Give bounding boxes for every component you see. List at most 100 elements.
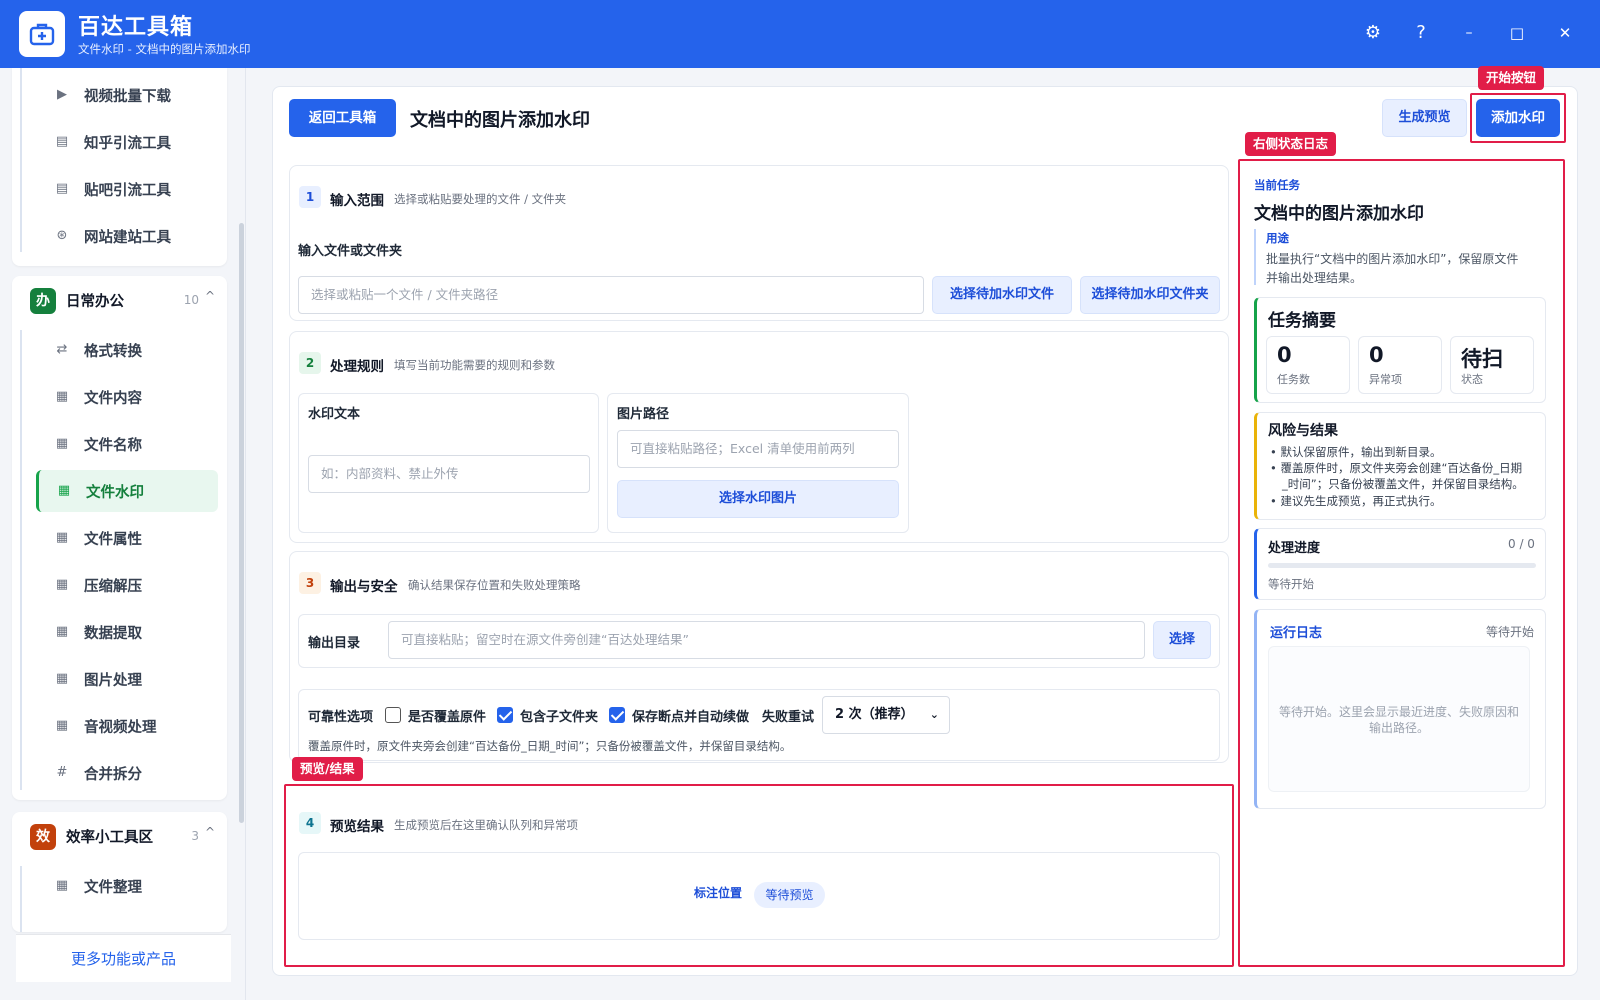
section-description: 填写当前功能需要的规则和参数	[394, 358, 555, 372]
retry-select-value: 2 次（推荐）	[835, 707, 914, 722]
help-icon[interactable]: ?	[1406, 18, 1436, 48]
group-count: 10	[183, 293, 199, 307]
select-folder-button[interactable]: 选择待加水印文件夹	[1080, 276, 1220, 314]
group-header-efficiency[interactable]: 效 效率小工具区 3 ^	[12, 812, 227, 860]
step-number: 1	[299, 186, 321, 208]
sidebar: ▶ 视频批量下载 ▤ 知乎引流工具 ▤ 贴吧引流工具 ⊛ 网站建站工具 办 日常…	[0, 68, 246, 1000]
group-title: 日常办公	[66, 294, 124, 310]
sidebar-item-label: 文件整理	[84, 880, 142, 896]
section-description: 确认结果保存位置和失败处理策略	[408, 578, 581, 592]
group-title: 效率小工具区	[66, 830, 153, 846]
sidebar-item-label: 文件名称	[84, 438, 142, 454]
annotation-label-start: 开始按钮	[1478, 66, 1545, 90]
subfolder-checkbox[interactable]	[497, 707, 513, 723]
section-title: 处理规则	[330, 359, 384, 375]
input-path-field[interactable]: 选择或粘贴一个文件 / 文件夹路径	[298, 276, 924, 314]
swap-icon: ⇄	[56, 342, 68, 357]
app-subtitle: 文件水印 - 文档中的图片添加水印	[78, 42, 251, 56]
reliability-hint: 覆盖原件时，原文件夹旁会创建“百达备份_日期_时间”；只备份被覆盖文件，并保留目…	[308, 739, 792, 753]
choose-output-button[interactable]: 选择	[1153, 621, 1211, 659]
image-path-input[interactable]: 可直接粘贴路径；Excel 清单使用前两列	[617, 430, 899, 468]
output-dir-input[interactable]: 可直接粘贴；留空时在源文件旁创建“百达处理结果”	[388, 621, 1145, 659]
sidebar-item-label: 格式转换	[84, 344, 142, 360]
chevron-up-icon[interactable]: ^	[205, 825, 215, 839]
annotation-label-preview: 预览/结果	[292, 757, 363, 781]
retry-label: 失败重试	[762, 710, 815, 725]
sidebar-item-label: 知乎引流工具	[84, 136, 171, 152]
subfolder-label: 包含子文件夹	[520, 710, 599, 725]
group-badge: 效	[30, 824, 56, 850]
sidebar-item-label: 音视频处理	[84, 720, 157, 736]
sidebar-item-image[interactable]: ▦ 图片处理	[24, 658, 216, 700]
sidebar-item-label: 合并拆分	[84, 767, 142, 783]
sidebar-item-zhihu[interactable]: ▤ 知乎引流工具	[24, 121, 216, 163]
sidebar-item-compress[interactable]: ▦ 压缩解压	[24, 564, 216, 606]
overwrite-checkbox[interactable]	[385, 707, 401, 723]
sidebar-item-organize[interactable]: ▦ 文件整理	[24, 865, 216, 907]
select-file-button[interactable]: 选择待加水印文件	[932, 276, 1072, 314]
grid-icon: ▦	[55, 671, 69, 686]
image-path-label: 图片路径	[617, 407, 670, 422]
hash-icon: #	[56, 765, 68, 780]
maximize-button[interactable]: □	[1502, 18, 1532, 48]
back-to-toolbox-button[interactable]: 返回工具箱	[289, 99, 396, 137]
select-watermark-image-button[interactable]: 选择水印图片	[617, 480, 899, 518]
sidebar-item-properties[interactable]: ▦ 文件属性	[24, 517, 216, 559]
sidebar-item-video-download[interactable]: ▶ 视频批量下载	[24, 74, 216, 116]
watermark-text-label: 水印文本	[308, 407, 361, 422]
annotation-box-start	[1470, 93, 1566, 143]
resume-label: 保存断点并自动续做	[632, 710, 750, 725]
resume-checkbox[interactable]	[609, 707, 625, 723]
sidebar-item-merge[interactable]: # 合并拆分	[24, 752, 216, 794]
page-title: 文档中的图片添加水印	[410, 110, 590, 131]
sidebar-item-extract[interactable]: ▦ 数据提取	[24, 611, 216, 653]
sidebar-item-content[interactable]: ▦ 文件内容	[24, 376, 216, 418]
sidebar-scrollbar[interactable]	[239, 223, 244, 823]
close-button[interactable]: ✕	[1550, 18, 1580, 48]
group-header-office[interactable]: 办 日常办公 10 ^	[12, 276, 227, 324]
sidebar-item-label: 图片处理	[84, 673, 142, 689]
grid-icon: ▦	[55, 718, 69, 733]
annotation-box-preview	[284, 784, 1234, 967]
sidebar-item-name[interactable]: ▦ 文件名称	[24, 423, 216, 465]
section-title: 输出与安全	[330, 579, 398, 595]
sidebar-item-label: 文件水印	[86, 485, 144, 501]
sidebar-item-label: 文件属性	[84, 532, 142, 548]
sidebar-item-media[interactable]: ▦ 音视频处理	[24, 705, 216, 747]
sidebar-item-label: 网站建站工具	[84, 230, 171, 246]
annotation-label-log: 右侧状态日志	[1245, 132, 1337, 156]
annotation-box-log	[1238, 159, 1565, 967]
reliability-label: 可靠性选项	[308, 710, 374, 725]
globe-icon: ⊛	[56, 228, 68, 243]
settings-icon[interactable]: ⚙	[1358, 18, 1388, 48]
tree-line	[20, 866, 22, 932]
chevron-down-icon: ⌄	[929, 708, 939, 721]
step-number: 3	[299, 572, 321, 594]
retry-select[interactable]: 2 次（推荐） ⌄	[822, 696, 950, 734]
group-count: 3	[191, 829, 199, 843]
grid-icon: ▦	[57, 483, 71, 498]
sidebar-item-tieba[interactable]: ▤ 贴吧引流工具	[24, 168, 216, 210]
toolbox-icon	[19, 11, 65, 57]
title-bar: 百达工具箱 文件水印 - 文档中的图片添加水印 ⚙ ? – □ ✕	[0, 0, 1600, 68]
grid-icon: ▦	[55, 389, 69, 404]
grid-icon: ▦	[55, 530, 69, 545]
grid-icon: ▦	[55, 577, 69, 592]
watermark-text-input[interactable]: 如：内部资料、禁止外传	[308, 455, 590, 493]
video-icon: ▶	[57, 87, 67, 102]
sidebar-item-label: 文件内容	[84, 391, 142, 407]
sidebar-item-format[interactable]: ⇄ 格式转换	[24, 329, 216, 371]
grid-icon: ▦	[55, 436, 69, 451]
minimize-button[interactable]: –	[1454, 18, 1484, 48]
generate-preview-button[interactable]: 生成预览	[1382, 99, 1467, 137]
sidebar-item-watermark[interactable]: ▦ 文件水印	[36, 470, 218, 512]
grid-icon: ▦	[55, 878, 69, 893]
sidebar-item-label: 贴吧引流工具	[84, 183, 171, 199]
input-path-label: 输入文件或文件夹	[298, 244, 403, 259]
chevron-up-icon[interactable]: ^	[205, 289, 215, 303]
section-title: 输入范围	[330, 193, 384, 209]
sidebar-item-website[interactable]: ⊛ 网站建站工具	[24, 215, 216, 257]
more-products-link[interactable]: 更多功能或产品	[16, 934, 231, 982]
app-title: 百达工具箱	[78, 15, 194, 40]
overwrite-label: 是否覆盖原件	[408, 710, 487, 725]
